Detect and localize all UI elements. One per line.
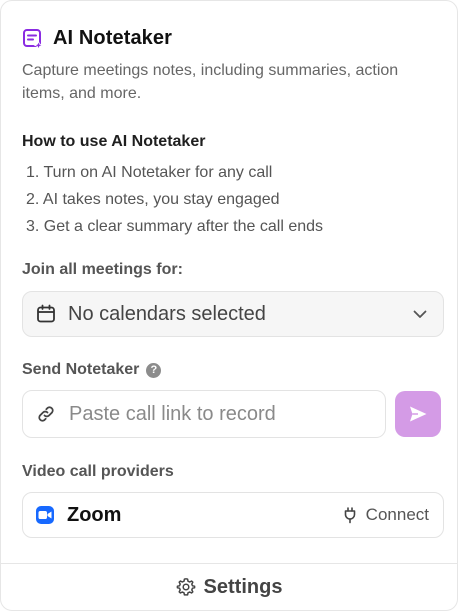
- join-meetings-label: Join all meetings for:: [22, 261, 183, 278]
- send-icon: [410, 406, 427, 422]
- notes-sparkle-icon: [22, 28, 44, 50]
- gear-icon: [176, 578, 195, 596]
- calendar-select-value: No calendars selected: [68, 302, 266, 325]
- send-notetaker-label: Send Notetaker: [22, 361, 140, 378]
- send-button[interactable]: [395, 391, 441, 437]
- send-notetaker-header: Send Notetaker ?: [22, 361, 441, 379]
- provider-row-zoom: Zoom Connect: [22, 492, 444, 538]
- chevron-down-icon: [411, 305, 429, 323]
- video-providers-label: Video call providers: [22, 463, 174, 480]
- settings-label: Settings: [203, 575, 283, 598]
- provider-name: Zoom: [67, 503, 122, 526]
- calendar-select[interactable]: No calendars selected: [22, 291, 444, 337]
- help-icon[interactable]: ?: [146, 362, 162, 378]
- how-to-step: 3. Get a clear summary after the call en…: [26, 218, 324, 235]
- call-link-field[interactable]: [22, 390, 387, 438]
- call-link-input[interactable]: [67, 401, 371, 427]
- page-subtitle: Capture meetings notes, including summar…: [22, 62, 399, 102]
- send-row: [22, 390, 441, 438]
- how-to-steps: 1. Turn on AI Notetaker for any call 2. …: [26, 159, 441, 240]
- header: AI Notetaker: [22, 27, 441, 50]
- how-to-title: How to use AI Notetaker: [22, 133, 206, 150]
- zoom-icon: [36, 506, 54, 524]
- connect-button[interactable]: Connect: [341, 505, 429, 525]
- plug-icon: [344, 507, 355, 524]
- link-icon: [36, 404, 56, 424]
- settings-button[interactable]: Settings: [1, 563, 457, 610]
- how-to-step: 2. AI takes notes, you stay engaged: [26, 191, 280, 208]
- how-to-step: 1. Turn on AI Notetaker for any call: [26, 164, 273, 181]
- connect-label: Connect: [365, 505, 429, 524]
- ai-notetaker-panel: AI Notetaker Capture meetings notes, inc…: [0, 0, 458, 611]
- calendar-icon: [36, 304, 56, 324]
- page-title: AI Notetaker: [53, 27, 173, 49]
